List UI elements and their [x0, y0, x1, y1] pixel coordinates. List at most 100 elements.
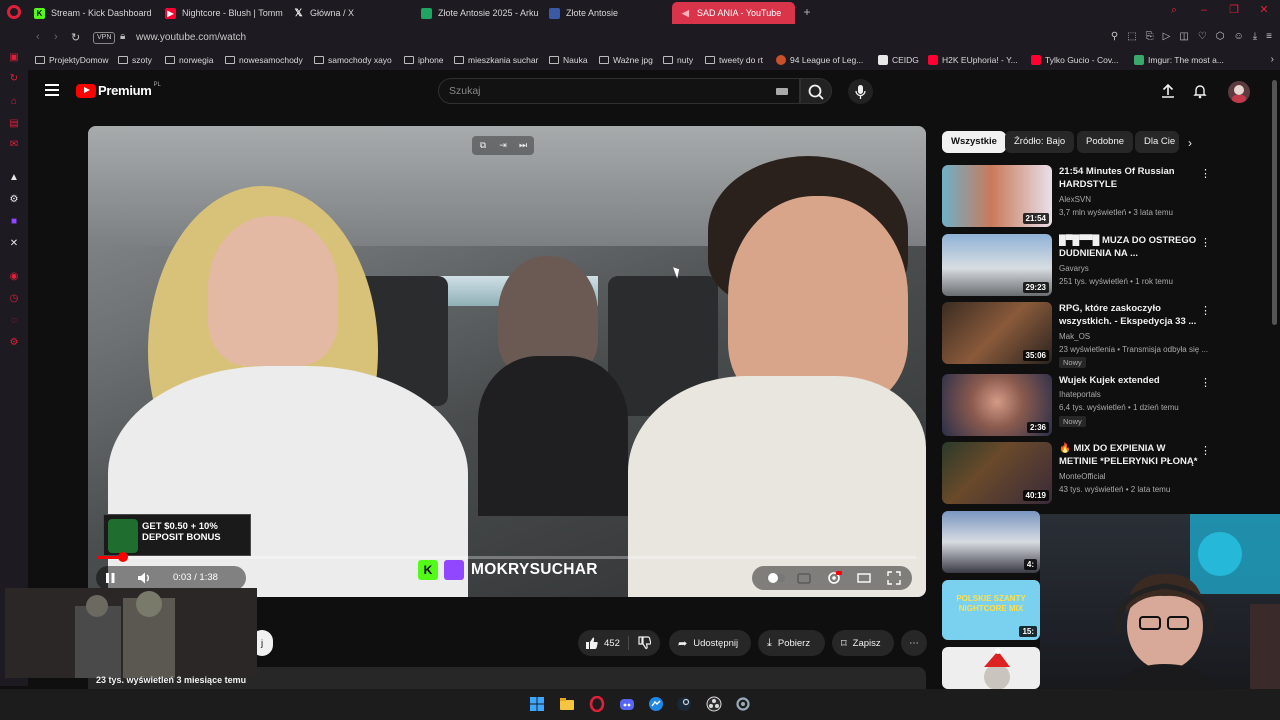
video-thumbnail[interactable]: 4: [942, 511, 1040, 573]
channel-name[interactable]: Ihateportals [1059, 390, 1101, 399]
video-title[interactable]: RPG, które zaskoczyło wszystkich. - Eksp… [1059, 302, 1199, 328]
skip-next-icon[interactable]: ⏭ [516, 139, 530, 152]
thumbs-down-icon[interactable] [637, 636, 651, 650]
save-button[interactable]: ⌑ Zapisz [832, 630, 894, 656]
video-thumbnail[interactable]: 21:54 [942, 165, 1052, 227]
messenger-icon[interactable]: ▣ [8, 52, 20, 64]
video-thumbnail[interactable]: 35:06 [942, 302, 1052, 364]
menu-icon[interactable]: ≡ [1266, 31, 1272, 42]
share-button[interactable]: ➦ Udostępnij [669, 630, 751, 656]
profile-icon[interactable]: ☺ [1234, 31, 1244, 42]
close-icon[interactable]: ✕ [1258, 4, 1270, 16]
lock-icon[interactable]: 🔒︎ [120, 31, 125, 42]
chat-icon[interactable]: ▤ [8, 118, 20, 130]
recommendation-item[interactable]: 35:06 RPG, które zaskoczyło wszystkich. … [942, 302, 1212, 368]
video-thumbnail[interactable]: POLSKIE SZANTY NIGHTCORE MIX 15: [942, 580, 1040, 640]
app-icon[interactable]: ▲ [8, 172, 20, 184]
tab-twitter[interactable]: 𝕏 Główna / X [293, 2, 413, 24]
recommendation-item[interactable]: 29:23 █▀█▀▀█ MUZA DO OSTREGO DUDNIENIA N… [942, 234, 1212, 298]
tab-kick-dashboard[interactable]: K Stream - Kick Dashboard [34, 2, 159, 24]
notifications-button[interactable] [1192, 83, 1208, 99]
bookmark-folder[interactable]: iphone [404, 55, 444, 65]
play-icon[interactable]: ▷ [1163, 31, 1171, 42]
bubble-icon[interactable]: ◌ [8, 315, 20, 327]
more-actions-button[interactable]: ⋯ [901, 630, 927, 656]
recommendation-item[interactable]: 21:54 21:54 Minutes Of Russian HARDSTYLE… [942, 165, 1212, 229]
x-icon[interactable]: ✕ [8, 238, 20, 250]
windows-start-icon[interactable] [529, 696, 545, 712]
bookmarks-more-icon[interactable]: › [1271, 54, 1274, 65]
discord-icon[interactable] [619, 696, 635, 712]
channel-name[interactable]: AlexSVN [1059, 195, 1091, 204]
upload-button[interactable] [1160, 83, 1176, 99]
clock-icon[interactable]: ◷ [8, 293, 20, 305]
reload-icon[interactable]: ↻ [71, 31, 80, 44]
video-thumbnail[interactable]: 2:36 [942, 374, 1052, 436]
video-thumbnail[interactable] [942, 647, 1040, 689]
video-title[interactable]: Wujek Kujek extended [1059, 374, 1199, 387]
bookmark-folder[interactable]: szoty [118, 55, 152, 65]
tab-zlote-antosie[interactable]: Złote Antosie [549, 2, 669, 24]
maximize-icon[interactable]: ❐ [1228, 4, 1240, 16]
hamburger-menu-icon[interactable] [45, 84, 59, 96]
progress-bar[interactable] [98, 552, 916, 562]
chip-source[interactable]: Źródło: Bajo [1005, 131, 1075, 153]
voice-search-button[interactable] [848, 79, 873, 104]
channel-name[interactable]: Gavarys [1059, 264, 1089, 273]
video-thumbnail[interactable]: 40:19 [942, 442, 1052, 504]
more-vertical-icon[interactable]: ⋮ [1200, 304, 1211, 317]
miniplayer-icon[interactable]: ⧉ [476, 139, 490, 152]
bookmark-folder[interactable]: Nauka [549, 55, 588, 65]
ad-banner[interactable]: GET $0.50 + 10% DEPOSIT BONUS [103, 514, 251, 556]
avatar[interactable] [1228, 81, 1250, 103]
subtitles-icon[interactable] [796, 570, 812, 586]
flow-icon[interactable]: ⎘ [1146, 31, 1154, 42]
bookmark-link[interactable]: H2K EUphoria! - Y... [928, 55, 1018, 65]
opera-browser-icon[interactable] [589, 696, 605, 712]
twitch-icon[interactable]: ■ [8, 216, 20, 228]
vpn-badge[interactable]: VPN [93, 32, 116, 44]
download-button[interactable]: ⤓ Pobierz [758, 630, 825, 656]
bookmark-folder[interactable]: Ważne jpg [599, 55, 653, 65]
bookmark-link[interactable]: Imgur: The most a... [1134, 55, 1224, 65]
minimize-icon[interactable]: – [1198, 4, 1210, 16]
opera-logo-icon[interactable] [7, 5, 21, 19]
tab-sad-ania-youtube[interactable]: ◀ SAD ANIA - YouTube [672, 2, 795, 24]
bag-icon[interactable]: ⌂ [8, 96, 20, 108]
tab-sheets[interactable]: Złote Antosie 2025 - Arku [421, 2, 539, 24]
snapshot-icon[interactable]: ⬚ [1127, 31, 1136, 42]
bookmark-folder[interactable]: nowesamochody [225, 55, 303, 65]
obs-icon[interactable] [706, 696, 722, 712]
url-field[interactable]: www.youtube.com/watch [136, 32, 246, 43]
more-vertical-icon[interactable]: ⋮ [1200, 236, 1211, 249]
download-icon[interactable]: ⤓ [1253, 31, 1257, 42]
video-title[interactable]: 🔥 MIX DO EXPIENIA W METINIE *PELERYNKI P… [1059, 442, 1199, 468]
bookmark-folder[interactable]: norwegia [165, 55, 214, 65]
search-input[interactable]: Szukaj [438, 78, 800, 104]
fullscreen-icon[interactable] [886, 570, 902, 586]
progress-scrubber[interactable] [117, 552, 128, 562]
volume-icon[interactable] [136, 570, 152, 586]
theater-mode-icon[interactable] [856, 570, 872, 586]
forward-icon[interactable]: › [54, 31, 58, 43]
messenger-icon[interactable] [648, 696, 664, 712]
settings-app-icon[interactable] [735, 696, 751, 712]
youtube-premium-logo[interactable]: Premium PL [76, 82, 161, 98]
channel-name[interactable]: Mak_OS [1059, 332, 1090, 341]
keyboard-icon[interactable] [776, 88, 788, 95]
more-vertical-icon[interactable]: ⋮ [1200, 376, 1211, 389]
bookmark-folder[interactable]: ProjektyDomow [35, 55, 109, 65]
tab-nightcore[interactable]: ▶ Nightcore - Blush | Tomm [165, 2, 283, 24]
pause-icon[interactable] [102, 570, 118, 586]
extensions-icon[interactable]: ⬡ [1216, 31, 1225, 42]
recommendation-item[interactable]: 40:19 🔥 MIX DO EXPIENIA W METINIE *PELER… [942, 442, 1212, 506]
settings-icon[interactable]: ⚙ [8, 194, 20, 206]
video-title[interactable]: █▀█▀▀█ MUZA DO OSTREGO DUDNIENIA NA ... [1059, 234, 1199, 260]
steam-icon[interactable] [676, 696, 692, 712]
back-icon[interactable]: ‹ [36, 31, 40, 43]
settings-gear-icon[interactable] [826, 570, 842, 586]
bookmark-folder[interactable]: nuty [663, 55, 693, 65]
page-scrollbar[interactable] [1272, 80, 1277, 325]
channel-name[interactable]: MonteOfficial [1059, 472, 1106, 481]
mail-icon[interactable]: ✉ [8, 139, 20, 151]
